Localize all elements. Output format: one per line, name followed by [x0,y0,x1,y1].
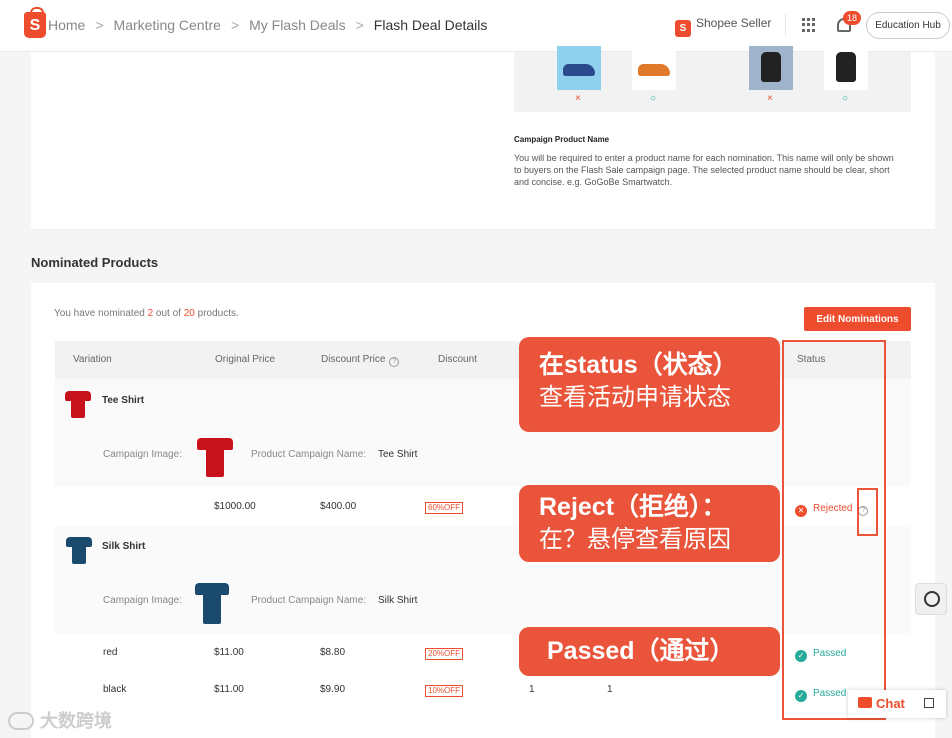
product-thumbnail [66,534,92,564]
education-hub-button[interactable]: Education Hub [866,12,950,39]
campaign-info-card: × ○ × ○ Campaign Product Name You will b… [31,46,935,230]
accept-mark-icon: ○ [842,93,849,104]
breadcrumb-marketing-centre[interactable]: Marketing Centre [114,17,221,33]
campaign-name-value: Silk Shirt [378,595,418,606]
sample-image-bag-good [824,46,868,90]
row-value: 1 [607,684,613,695]
discount-badge: 10%OFF [425,685,464,697]
column-variation: Variation [73,354,112,365]
callout-text: 在？悬停查看原因 [539,526,731,553]
callout-text: 查看活动申请状态 [539,384,731,411]
sample-image-shoe-bad [557,46,601,90]
campaign-image-label: Campaign Image: [103,595,182,606]
status-callout: 在status（状态） 查看活动申请状态 [519,337,780,432]
discount-badge: 60%OFF [425,502,464,514]
product-thumbnail [65,388,91,418]
campaign-name-label: Product Campaign Name: [251,595,367,606]
chevron-right-icon: > [95,17,104,33]
callout-text: Reject（拒绝）： [539,493,727,521]
help-highlight-box [857,488,878,536]
campaign-name-label: Product Campaign Name: [251,449,367,460]
edit-nominations-button[interactable]: Edit Nominations [804,307,911,331]
discount-price: $400.00 [320,501,357,512]
callout-text: Passed（通过） [547,637,735,665]
watermark-logo-icon [8,712,34,730]
callout-text: 在status（状态） [539,351,738,379]
breadcrumb-current: Flash Deal Details [373,17,488,33]
breadcrumb-my-flash-deals[interactable]: My Flash Deals [249,17,345,33]
divider [785,14,786,36]
discount-price: $9.90 [320,684,346,695]
variation-name: red [103,647,118,658]
watermark: 大数跨境 [8,707,112,733]
campaign-image[interactable] [195,580,229,624]
accept-mark-icon: ○ [650,93,657,104]
nomination-count: You have nominated 2 out of 20 products. [54,308,239,319]
product-name: Tee Shirt [102,395,145,406]
column-original-price: Original Price [215,354,276,365]
discount-badge: 20%OFF [425,648,464,660]
chat-bubble-icon [858,697,872,708]
chat-button[interactable]: Chat [848,690,946,718]
seller-label: Shopee Seller [696,16,772,30]
top-bar: S Home > Marketing Centre > My Flash Deals > F… [0,0,952,52]
apps-grid-icon[interactable] [802,18,816,32]
original-price: $11.00 [214,684,244,695]
original-price: $11.00 [214,647,244,658]
notification-badge: 18 [843,11,862,25]
sample-image-bag-bad [749,46,793,90]
reject-mark-icon: × [767,93,773,104]
breadcrumb-home[interactable]: Home [48,17,85,33]
chat-label: Chat [876,696,905,711]
campaign-image[interactable] [197,435,233,477]
original-price: $1000.00 [214,501,256,512]
chevron-right-icon: > [230,17,240,33]
reject-mark-icon: × [575,93,581,104]
sample-image-shoe-good [632,46,676,90]
reject-callout: Reject（拒绝）： 在？悬停查看原因 [519,485,780,562]
passed-callout: Passed（通过） [519,627,780,676]
variation-name: black [103,684,127,695]
sample-images-panel: × ○ × ○ [514,46,911,112]
column-discount-price: Discount Price? [321,354,400,367]
section-title: Nominated Products [31,255,159,270]
campaign-name-value: Tee Shirt [378,449,418,460]
chevron-right-icon: > [355,17,364,33]
campaign-name-title: Campaign Product Name [514,135,610,144]
support-headset-icon[interactable] [915,583,947,615]
expand-icon[interactable] [924,698,934,708]
column-discount: Discount [438,354,477,365]
row-value: 1 [529,684,535,695]
breadcrumb: Home > Marketing Centre > My Flash Deals > Fla… [48,17,487,33]
shopee-bag-icon: S [675,20,691,37]
discount-price: $8.80 [320,647,346,658]
product-name: Silk Shirt [102,541,146,552]
campaign-image-label: Campaign Image: [103,449,182,460]
help-icon[interactable]: ? [389,357,400,367]
shopee-seller-link[interactable]: S Shopee Seller [675,16,771,37]
shopee-logo-icon[interactable]: S [24,7,46,38]
campaign-name-description: You will be required to enter a product … [514,153,894,187]
